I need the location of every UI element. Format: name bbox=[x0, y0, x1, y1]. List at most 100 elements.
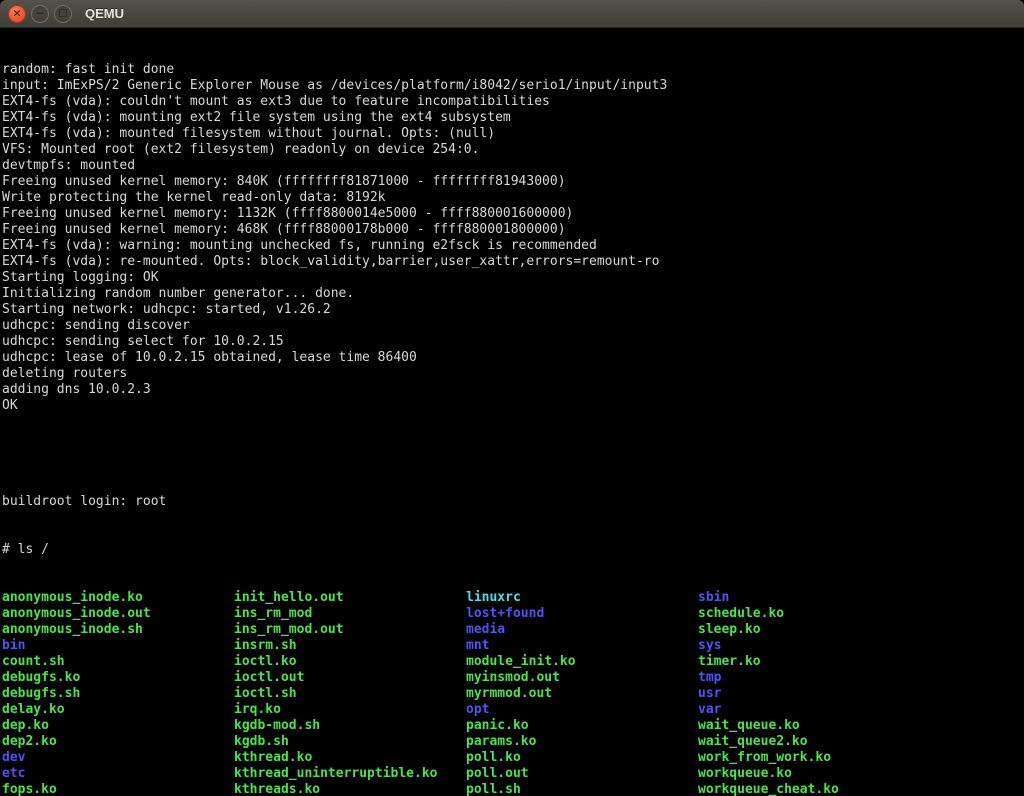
file-entry-exec: debugfs.sh bbox=[2, 686, 80, 701]
ls-cell: workqueue_cheat.ko bbox=[698, 782, 930, 796]
console-line: udhcpc: sending discover bbox=[2, 318, 1024, 334]
ls-cell: params.ko bbox=[466, 734, 698, 750]
file-entry-exec: dep2.ko bbox=[2, 734, 57, 749]
file-entry-exec: work_from_work.ko bbox=[698, 750, 831, 765]
file-entry-dir: usr bbox=[698, 686, 721, 701]
file-entry-exec: kthread.ko bbox=[234, 750, 312, 765]
file-entry-exec: params.ko bbox=[466, 734, 536, 749]
ls-cell: panic.ko bbox=[466, 718, 698, 734]
file-entry-dir: var bbox=[698, 702, 721, 717]
file-entry-exec: timer.ko bbox=[698, 654, 761, 669]
console-line: Write protecting the kernel read-only da… bbox=[2, 190, 1024, 206]
ls-cell: debugfs.sh bbox=[2, 686, 234, 702]
console-line: Freeing unused kernel memory: 840K (ffff… bbox=[2, 174, 1024, 190]
ls-cell: sys bbox=[698, 638, 930, 654]
ls-cell: media bbox=[466, 622, 698, 638]
ls-cell: tmp bbox=[698, 670, 930, 686]
ls-cell: init_hello.out bbox=[234, 590, 466, 606]
file-entry-exec: init_hello.out bbox=[234, 590, 344, 605]
file-entry-exec: debugfs.ko bbox=[2, 670, 80, 685]
file-entry-exec: workqueue.ko bbox=[698, 766, 792, 781]
ls-cell: anonymous_inode.sh bbox=[2, 622, 234, 638]
file-entry-dir: lost+found bbox=[466, 606, 544, 621]
ls-row: anonymous_inode.koinit_hello.outlinuxrcs… bbox=[2, 590, 1024, 606]
ls-cell: wait_queue.ko bbox=[698, 718, 930, 734]
console-line: Starting logging: OK bbox=[2, 270, 1024, 286]
ls-row: bin insrm.shmnt sys bbox=[2, 638, 1024, 654]
minimize-button[interactable]: − bbox=[31, 5, 49, 23]
ls-cell: poll.out bbox=[466, 766, 698, 782]
ls-cell: linuxrc bbox=[466, 590, 698, 606]
window-title: QEMU bbox=[85, 6, 124, 21]
ls-cell: ioctl.ko bbox=[234, 654, 466, 670]
console-line: Freeing unused kernel memory: 1132K (fff… bbox=[2, 206, 1024, 222]
ls-row: delay.koirq.kooptvar bbox=[2, 702, 1024, 718]
file-entry-exec: module_init.ko bbox=[466, 654, 576, 669]
ls-cell: opt bbox=[466, 702, 698, 718]
file-entry-exec: ioctl.out bbox=[234, 670, 304, 685]
qemu-window: × − □ QEMU random: fast init doneinput: … bbox=[0, 0, 1024, 796]
boot-log: random: fast init doneinput: ImExPS/2 Ge… bbox=[2, 62, 1024, 414]
ls-cell: fops.ko bbox=[2, 782, 234, 796]
console-line: deleting routers bbox=[2, 366, 1024, 382]
ls-cell: wait_queue2.ko bbox=[698, 734, 930, 750]
file-entry-dir: mnt bbox=[466, 638, 489, 653]
ls-cell: dev bbox=[2, 750, 234, 766]
ls-cell: timer.ko bbox=[698, 654, 930, 670]
ls-cell: ins_rm_mod.out bbox=[234, 622, 466, 638]
ls-cell: ins_rm_mod bbox=[234, 606, 466, 622]
console-line: udhcpc: sending select for 10.0.2.15 bbox=[2, 334, 1024, 350]
titlebar: × − □ QEMU bbox=[0, 0, 1024, 28]
file-entry-exec: fops.ko bbox=[2, 782, 57, 796]
file-entry-exec: sleep.ko bbox=[698, 622, 761, 637]
ls-row: fops.ko kthreads.ko poll.sh workqueue_cheat… bbox=[2, 782, 1024, 796]
ls-cell: workqueue.ko bbox=[698, 766, 930, 782]
file-entry-dir: sys bbox=[698, 638, 721, 653]
ls-row: anonymous_inode.shins_rm_mod.outmediasle… bbox=[2, 622, 1024, 638]
ls-cell: anonymous_inode.ko bbox=[2, 590, 234, 606]
ls-cell: var bbox=[698, 702, 930, 718]
file-entry-dir: dev bbox=[2, 750, 25, 765]
ls-cell: ioctl.out bbox=[234, 670, 466, 686]
file-entry-exec: kthreads.ko bbox=[234, 782, 320, 796]
ls-row: etckthread_uninterruptible.kopoll.outwor… bbox=[2, 766, 1024, 782]
ls-cell: count.sh bbox=[2, 654, 234, 670]
file-entry-exec: poll.out bbox=[466, 766, 529, 781]
file-entry-dir: tmp bbox=[698, 670, 721, 685]
console-line: devtmpfs: mounted bbox=[2, 158, 1024, 174]
file-entry-exec: kgdb-mod.sh bbox=[234, 718, 320, 733]
file-entry-exec: ins_rm_mod bbox=[234, 606, 312, 621]
file-entry-exec: myrmmod.out bbox=[466, 686, 552, 701]
file-entry-exec: wait_queue.ko bbox=[698, 718, 800, 733]
ls-row: count.sh ioctl.ko module_init.ko timer.ko bbox=[2, 654, 1024, 670]
ls-cell: bin bbox=[2, 638, 234, 654]
file-entry-exec: myinsmod.out bbox=[466, 670, 560, 685]
ls-cell: usr bbox=[698, 686, 930, 702]
console-line: EXT4-fs (vda): couldn't mount as ext3 du… bbox=[2, 94, 1024, 110]
console-line: EXT4-fs (vda): mounted filesystem withou… bbox=[2, 126, 1024, 142]
maximize-button[interactable]: □ bbox=[54, 5, 72, 23]
file-entry-exec: poll.sh bbox=[466, 782, 521, 796]
console-line: Freeing unused kernel memory: 468K (ffff… bbox=[2, 222, 1024, 238]
ls-row: anonymous_inode.outins_rm_modlost+founds… bbox=[2, 606, 1024, 622]
file-entry-dir: bin bbox=[2, 638, 25, 653]
minimize-icon: − bbox=[35, 8, 44, 19]
file-entry-exec: ioctl.ko bbox=[234, 654, 297, 669]
file-entry-exec: schedule.ko bbox=[698, 606, 784, 621]
file-entry-exec: workqueue_cheat.ko bbox=[698, 782, 839, 796]
console-line: EXT4-fs (vda): warning: mounting uncheck… bbox=[2, 238, 1024, 254]
ls-row: debugfs.shioctl.shmyrmmod.outusr bbox=[2, 686, 1024, 702]
ls-cell: dep2.ko bbox=[2, 734, 234, 750]
file-entry-dir: opt bbox=[466, 702, 489, 717]
ls-cell: insrm.sh bbox=[234, 638, 466, 654]
login-line: buildroot login: root bbox=[2, 494, 1024, 510]
file-entry-exec: count.sh bbox=[2, 654, 65, 669]
console-line: random: fast init done bbox=[2, 62, 1024, 78]
ls-cell: delay.ko bbox=[2, 702, 234, 718]
ls-row: devkthread.kopoll.kowork_from_work.ko bbox=[2, 750, 1024, 766]
close-button[interactable]: × bbox=[8, 5, 26, 23]
terminal-screen[interactable]: random: fast init doneinput: ImExPS/2 Ge… bbox=[0, 28, 1024, 796]
ls-cell: sleep.ko bbox=[698, 622, 930, 638]
file-entry-exec: delay.ko bbox=[2, 702, 65, 717]
ls-output: anonymous_inode.koinit_hello.outlinuxrcs… bbox=[2, 590, 1024, 796]
